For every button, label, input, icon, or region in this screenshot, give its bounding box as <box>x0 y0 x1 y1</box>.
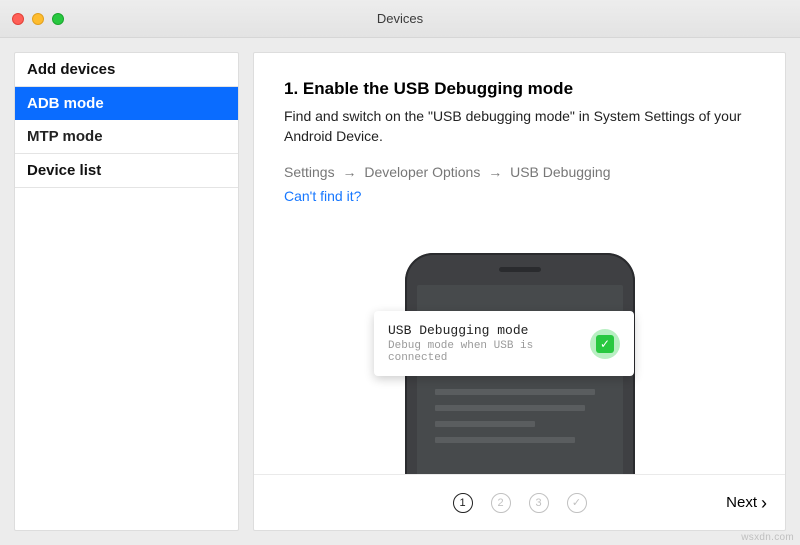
check-badge: ✓ <box>590 329 620 359</box>
watermark: wsxdn.com <box>741 532 794 543</box>
popup-subtitle: Debug mode when USB is connected <box>388 340 580 364</box>
help-link[interactable]: Can't find it? <box>284 188 361 204</box>
arrow-right-icon: → <box>342 164 356 180</box>
titlebar: Devices <box>0 0 800 38</box>
footer: 1 2 3 Next › <box>254 474 785 530</box>
divider <box>15 187 238 188</box>
popup-title: USB Debugging mode <box>388 323 580 338</box>
step-title: 1. Enable the USB Debugging mode <box>284 79 755 99</box>
usb-debug-popup: USB Debugging mode Debug mode when USB i… <box>374 311 634 376</box>
sidebar-item-adb-mode[interactable]: ADB mode <box>15 87 238 120</box>
sidebar-item-mtp-mode[interactable]: MTP mode <box>15 120 238 153</box>
sidebar-header-add: Add devices <box>15 53 238 86</box>
content: Add devices ADB mode MTP mode Device lis… <box>0 38 800 545</box>
step-indicator-done[interactable] <box>567 493 587 513</box>
breadcrumb-item: Developer Options <box>364 164 480 180</box>
step-indicator-1[interactable]: 1 <box>453 493 473 513</box>
main-body: 1. Enable the USB Debugging mode Find an… <box>254 53 785 474</box>
main-panel: 1. Enable the USB Debugging mode Find an… <box>253 52 786 531</box>
text-placeholder <box>435 405 585 411</box>
next-label: Next <box>726 494 757 511</box>
next-button[interactable]: Next › <box>726 494 767 512</box>
step-indicator-2[interactable]: 2 <box>491 493 511 513</box>
breadcrumb-item: Settings <box>284 164 335 180</box>
text-placeholder <box>435 389 595 395</box>
check-icon <box>572 496 581 509</box>
chevron-right-icon: › <box>761 494 767 512</box>
arrow-right-icon: → <box>488 164 502 180</box>
breadcrumb-item: USB Debugging <box>510 164 610 180</box>
stepper: 1 2 3 <box>453 493 587 513</box>
window-title: Devices <box>0 11 800 26</box>
step-indicator-3[interactable]: 3 <box>529 493 549 513</box>
text-placeholder <box>435 421 535 427</box>
check-icon: ✓ <box>596 335 614 353</box>
text-placeholder <box>435 437 575 443</box>
breadcrumb: Settings → Developer Options → USB Debug… <box>284 164 755 180</box>
sidebar: Add devices ADB mode MTP mode Device lis… <box>14 52 239 531</box>
popup-text: USB Debugging mode Debug mode when USB i… <box>388 323 580 364</box>
step-description: Find and switch on the "USB debugging mo… <box>284 107 754 146</box>
sidebar-header-device-list: Device list <box>15 154 238 187</box>
